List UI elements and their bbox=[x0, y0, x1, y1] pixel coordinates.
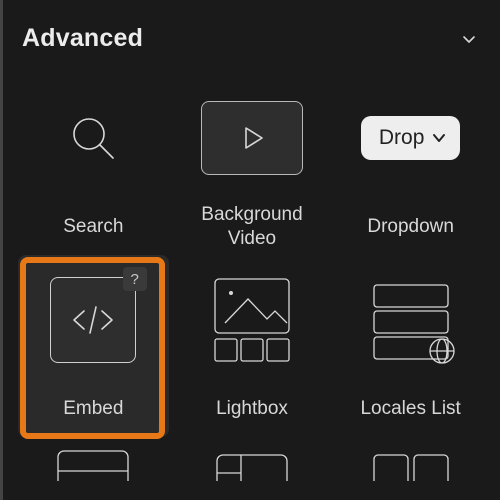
element-lightbox[interactable]: Lightbox bbox=[177, 255, 328, 437]
elements-row-partial bbox=[18, 437, 486, 481]
element-label: Background Video bbox=[179, 203, 326, 251]
search-icon bbox=[34, 79, 152, 197]
section-header-advanced[interactable]: Advanced bbox=[18, 0, 486, 67]
elements-panel: Advanced Search Backg bbox=[0, 0, 500, 481]
locales-list-icon bbox=[352, 261, 470, 379]
dropdown-pill-text: Drop bbox=[379, 126, 425, 150]
dropdown-icon: Drop bbox=[352, 79, 470, 197]
element-locales-list[interactable]: Locales List bbox=[335, 255, 486, 437]
element-partial-1[interactable] bbox=[18, 441, 169, 481]
panel-left-edge bbox=[0, 0, 3, 500]
help-icon[interactable]: ? bbox=[123, 267, 147, 291]
video-icon bbox=[193, 79, 311, 197]
element-partial-2[interactable] bbox=[177, 441, 328, 481]
elements-grid: Search Background Video Drop Dropdown bbox=[18, 67, 486, 437]
element-partial-3[interactable] bbox=[335, 441, 486, 481]
element-label: Dropdown bbox=[367, 203, 454, 251]
chevron-down-icon bbox=[458, 28, 480, 50]
section-title: Advanced bbox=[22, 24, 143, 53]
lightbox-icon bbox=[193, 261, 311, 379]
element-label: Embed bbox=[63, 385, 123, 433]
element-search[interactable]: Search bbox=[18, 73, 169, 255]
element-label: Search bbox=[63, 203, 123, 251]
element-dropdown[interactable]: Drop Dropdown bbox=[335, 73, 486, 255]
element-label: Locales List bbox=[360, 385, 460, 433]
element-background-video[interactable]: Background Video bbox=[177, 73, 328, 255]
element-embed[interactable]: ? Embed bbox=[18, 255, 169, 437]
dropdown-pill: Drop bbox=[361, 116, 461, 160]
element-label: Lightbox bbox=[216, 385, 288, 433]
